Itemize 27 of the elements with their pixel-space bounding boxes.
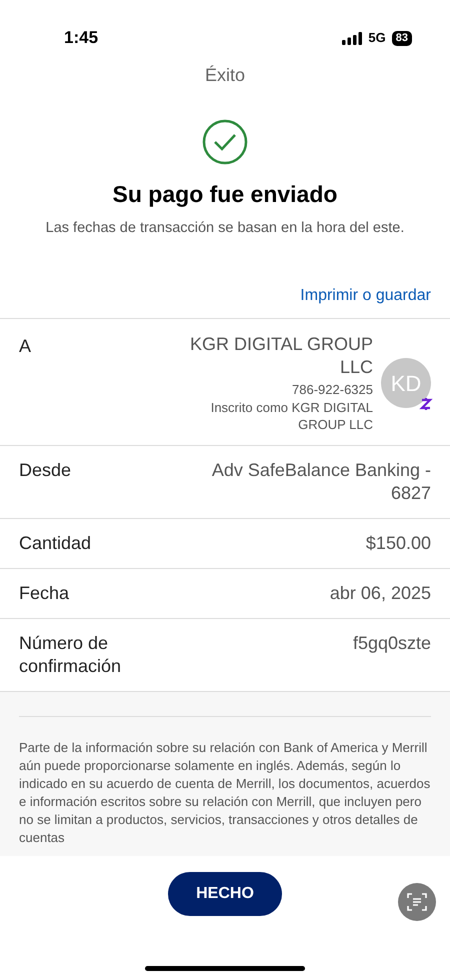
payment-badge-icon <box>419 396 433 412</box>
battery-level: 83 <box>392 30 412 46</box>
detail-value: f5gq0szte <box>352 632 431 656</box>
page-title: Éxito <box>204 64 246 87</box>
recipient-phone: 786-922-6325 <box>292 381 373 400</box>
signal-icon <box>342 32 362 44</box>
detail-label: A <box>19 335 32 358</box>
scan-text-button[interactable] <box>398 883 436 921</box>
detail-value: $150.00 <box>364 532 431 556</box>
confirmation-subtitle: Las fechas de transacción se basan en la hora del este. <box>46 218 404 238</box>
network-label: 5G <box>368 29 386 48</box>
confirmation-heading: Su pago fue enviado <box>112 180 338 209</box>
done-button[interactable]: HECHO <box>168 872 282 916</box>
avatar: KD <box>381 358 431 408</box>
detail-label: Fecha <box>19 582 70 606</box>
detail-value: abr 06, 2025 <box>328 582 431 606</box>
detail-label: Número de confirmación <box>19 632 122 678</box>
enrolled-name: Inscrito como KGR DIGITAL GROUP LLC <box>210 399 373 434</box>
scan-text-icon <box>407 892 427 912</box>
status-time: 1:45 <box>64 27 98 50</box>
detail-label: Cantidad <box>19 532 92 556</box>
print-link[interactable]: Imprimir o guardar <box>300 284 431 308</box>
detail-value: Adv SafeBalance Banking - 6827 <box>210 459 431 506</box>
check-circle-icon <box>202 119 248 165</box>
recipient-name: KGR DIGITAL GROUP LLC <box>188 333 373 380</box>
disclaimer-text: Parte de la información sobre su relación con Bank of America y Merrill aún puede proporcionarse solamente en inglés. Además, según lo indicado en su acuerdo de cuenta de Merrill, los documentos, acuerdos e información escritos sobre su relación con Merrill, que incluyen pero no se limitan a productos, servicios, transacciones y otros detalles de cuentas <box>19 739 431 848</box>
detail-label: Desde <box>19 459 72 482</box>
